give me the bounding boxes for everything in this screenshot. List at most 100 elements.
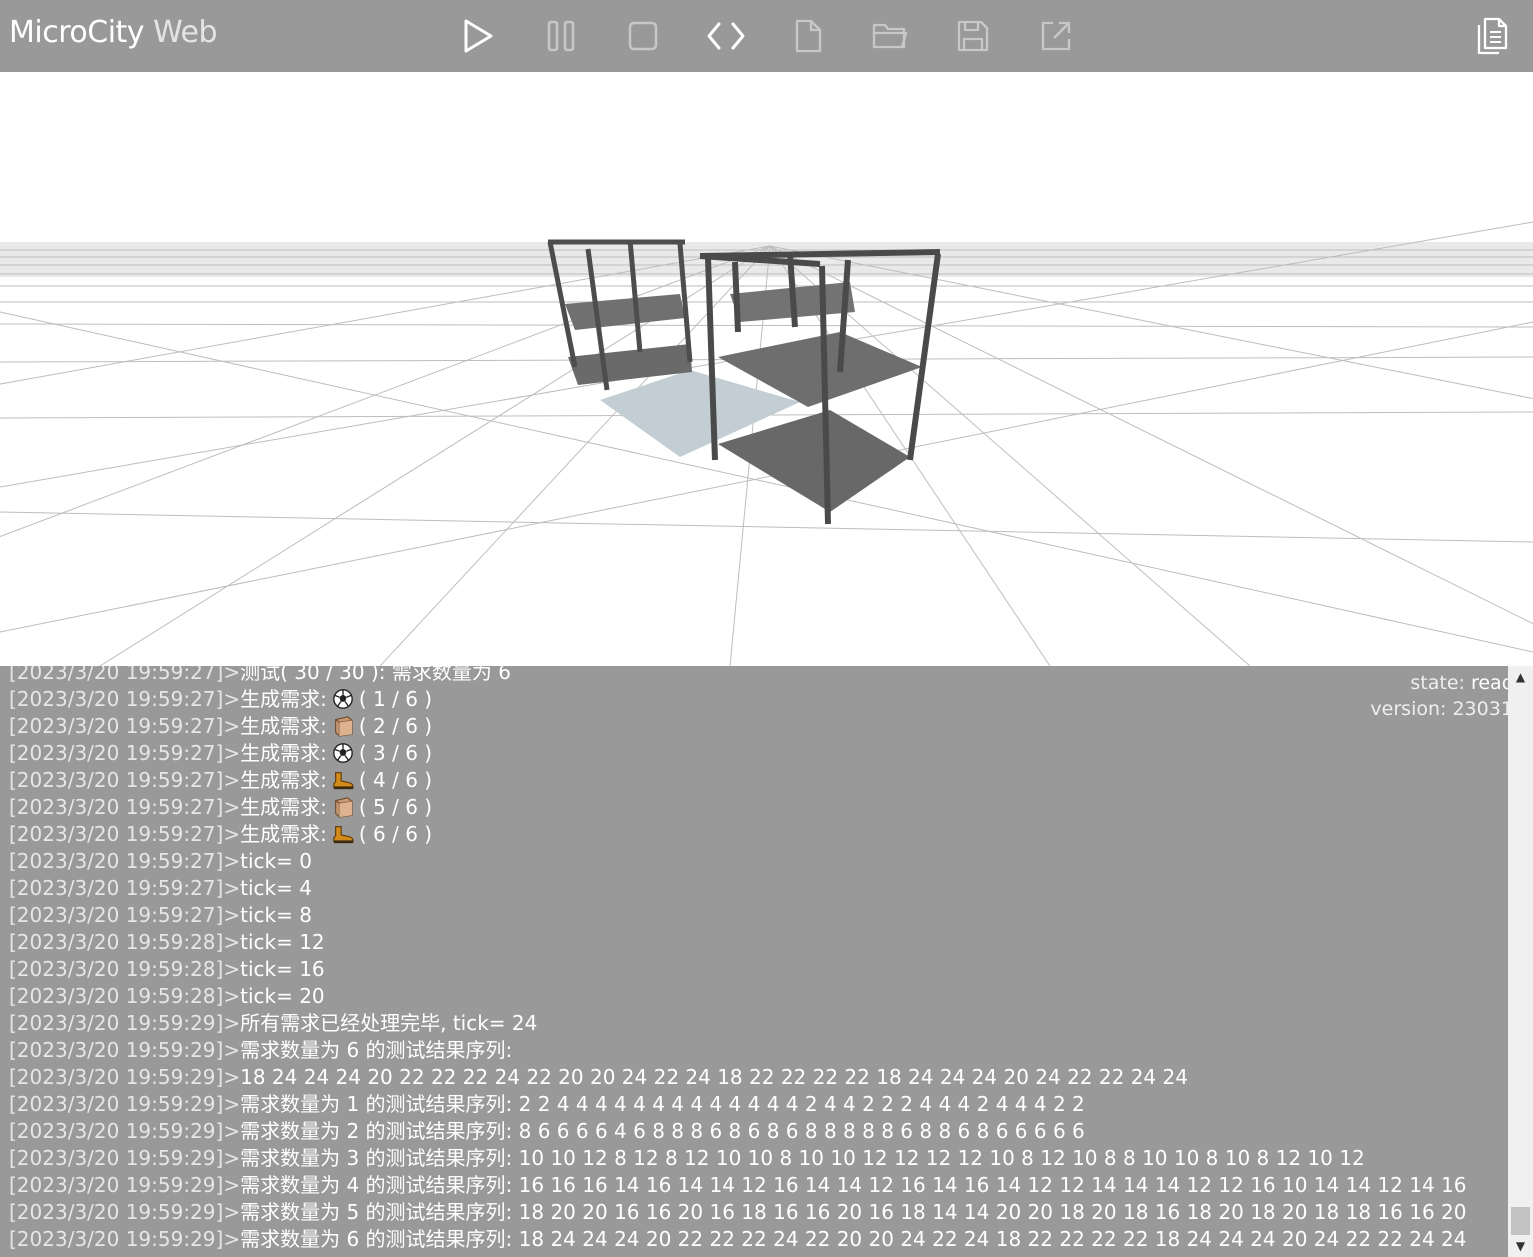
console-separator: > — [223, 768, 241, 792]
app-title-main: MicroCity — [9, 15, 145, 50]
console-message: 需求数量为 2 的测试结果序列: 8 6 6 6 6 4 6 8 8 8 6 8… — [240, 1119, 1085, 1143]
console-message: 所有需求已经处理完毕, tick= 24 — [240, 1011, 538, 1035]
run-icon — [464, 19, 493, 53]
pause-icon — [547, 20, 575, 52]
console-line: [2023/3/20 19:59:27]>生成需求: ( 4 / 6 ) — [0, 767, 1508, 794]
console-line: [2023/3/20 19:59:29]>需求数量为 2 的测试结果序列: 8 … — [0, 1118, 1508, 1145]
console-timestamp: [2023/3/20 19:59:27] — [9, 795, 224, 819]
console-separator: > — [223, 930, 241, 954]
console-timestamp: [2023/3/20 19:59:28] — [9, 984, 224, 1008]
console-log: [2023/3/20 19:59:27]>测试( 30 / 30 ): 需求数量… — [0, 666, 1508, 1253]
console-message: 生成需求: — [240, 768, 327, 792]
console-timestamp: [2023/3/20 19:59:29] — [9, 1065, 224, 1089]
console-progress: ( 1 / 6 ) — [358, 687, 433, 711]
console-progress: ( 2 / 6 ) — [358, 714, 433, 738]
scroll-down-arrow[interactable]: ▼ — [1508, 1236, 1533, 1257]
pause-button[interactable] — [539, 14, 583, 58]
console-timestamp: [2023/3/20 19:59:29] — [9, 1011, 224, 1035]
console-message: 需求数量为 1 的测试结果序列: 2 2 4 4 4 4 4 4 4 4 4 4… — [240, 1092, 1085, 1116]
console-line: [2023/3/20 19:59:27]>生成需求: ( 2 / 6 ) — [0, 713, 1508, 740]
console-separator: > — [223, 822, 241, 846]
console-progress: ( 5 / 6 ) — [358, 795, 433, 819]
console-timestamp: [2023/3/20 19:59:29] — [9, 1200, 224, 1224]
status-panel: state: ready version: 230312 — [1370, 670, 1525, 722]
console-timestamp: [2023/3/20 19:59:27] — [9, 768, 224, 792]
console-separator: > — [223, 714, 241, 738]
console-separator: > — [223, 849, 241, 873]
console-message: 需求数量为 3 的测试结果序列: 10 10 12 8 12 8 12 10 1… — [240, 1146, 1365, 1170]
scroll-up-arrow[interactable]: ▲ — [1508, 666, 1533, 688]
console-timestamp: [2023/3/20 19:59:29] — [9, 1038, 224, 1062]
box-icon — [327, 795, 359, 819]
console-separator: > — [223, 984, 241, 1008]
open-folder-button[interactable] — [868, 14, 912, 58]
console-separator: > — [223, 1119, 241, 1143]
console-timestamp: [2023/3/20 19:59:28] — [9, 930, 224, 954]
console-line: [2023/3/20 19:59:27]>tick= 8 — [0, 902, 1508, 929]
console-separator: > — [223, 795, 241, 819]
console-separator: > — [223, 741, 241, 765]
soccer-icon — [327, 687, 359, 711]
scene-canvas[interactable] — [0, 72, 1533, 666]
new-file-button[interactable] — [786, 14, 830, 58]
console-line: [2023/3/20 19:59:27]>生成需求: ( 3 / 6 ) — [0, 740, 1508, 767]
new-file-icon — [795, 19, 822, 53]
console-scrollbar[interactable] — [1508, 666, 1533, 1257]
save-button[interactable] — [951, 14, 995, 58]
console-line: [2023/3/20 19:59:27]>生成需求: ( 5 / 6 ) — [0, 794, 1508, 821]
console-progress: ( 6 / 6 ) — [358, 822, 433, 846]
console-line: [2023/3/20 19:59:27]>生成需求: ( 6 / 6 ) — [0, 821, 1508, 848]
console-line: [2023/3/20 19:59:27]>生成需求: ( 1 / 6 ) — [0, 686, 1508, 713]
code-icon — [707, 22, 745, 50]
top-toolbar: MicroCity Web — [0, 0, 1533, 72]
console-message: 生成需求: — [240, 822, 327, 846]
console-message: 需求数量为 6 的测试结果序列: — [240, 1038, 513, 1062]
boot-icon — [327, 822, 359, 846]
scene-viewport[interactable] — [0, 72, 1533, 666]
console-separator: > — [223, 903, 241, 927]
console-timestamp: [2023/3/20 19:59:27] — [9, 714, 224, 738]
console-line: [2023/3/20 19:59:29]>需求数量为 5 的测试结果序列: 18… — [0, 1199, 1508, 1226]
code-button[interactable] — [704, 14, 748, 58]
console-message: tick= 0 — [240, 849, 312, 873]
open-folder-icon — [872, 23, 908, 49]
console-message: 需求数量为 4 的测试结果序列: 16 16 16 14 16 14 14 12… — [240, 1173, 1467, 1197]
version-label: version: — [1370, 698, 1447, 720]
run-button[interactable] — [456, 14, 500, 58]
console-line: [2023/3/20 19:59:27]>测试( 30 / 30 ): 需求数量… — [0, 666, 1508, 686]
console-line: [2023/3/20 19:59:29]>需求数量为 3 的测试结果序列: 10… — [0, 1145, 1508, 1172]
console-separator: > — [223, 1065, 241, 1089]
console-timestamp: [2023/3/20 19:59:27] — [9, 741, 224, 765]
stop-button[interactable] — [621, 14, 665, 58]
console-message: 生成需求: — [240, 687, 327, 711]
console-timestamp: [2023/3/20 19:59:27] — [9, 903, 224, 927]
console-separator: > — [223, 1146, 241, 1170]
console-separator: > — [223, 666, 241, 684]
console-message: tick= 4 — [240, 876, 312, 900]
console-separator: > — [223, 957, 241, 981]
app-title-sub: Web — [153, 15, 217, 50]
console-timestamp: [2023/3/20 19:59:28] — [9, 957, 224, 981]
console-timestamp: [2023/3/20 19:59:27] — [9, 876, 224, 900]
console-message: 需求数量为 5 的测试结果序列: 18 20 20 16 16 20 16 18… — [240, 1200, 1467, 1224]
console-message: tick= 16 — [240, 957, 325, 981]
console-message: 生成需求: — [240, 741, 327, 765]
console-timestamp: [2023/3/20 19:59:27] — [9, 822, 224, 846]
scroll-thumb[interactable] — [1511, 1207, 1530, 1235]
console-line: [2023/3/20 19:59:28]>tick= 12 — [0, 929, 1508, 956]
console-timestamp: [2023/3/20 19:59:29] — [9, 1092, 224, 1116]
console-separator: > — [223, 876, 241, 900]
console-timestamp: [2023/3/20 19:59:27] — [9, 849, 224, 873]
console-message: 需求数量为 6 的测试结果序列: 18 24 24 24 20 22 22 22… — [240, 1227, 1467, 1251]
copy-document-button[interactable] — [1470, 14, 1514, 58]
console-message: 生成需求: — [240, 795, 327, 819]
export-icon — [1041, 21, 1071, 51]
export-button[interactable] — [1034, 14, 1078, 58]
console-separator: > — [223, 1200, 241, 1224]
console-line: [2023/3/20 19:59:27]>tick= 4 — [0, 875, 1508, 902]
console-timestamp: [2023/3/20 19:59:27] — [9, 687, 224, 711]
console-panel[interactable]: [2023/3/20 19:59:27]>测试( 30 / 30 ): 需求数量… — [0, 666, 1508, 1257]
console-timestamp: [2023/3/20 19:59:29] — [9, 1119, 224, 1143]
console-progress: ( 3 / 6 ) — [358, 741, 433, 765]
console-timestamp: [2023/3/20 19:59:29] — [9, 1173, 224, 1197]
